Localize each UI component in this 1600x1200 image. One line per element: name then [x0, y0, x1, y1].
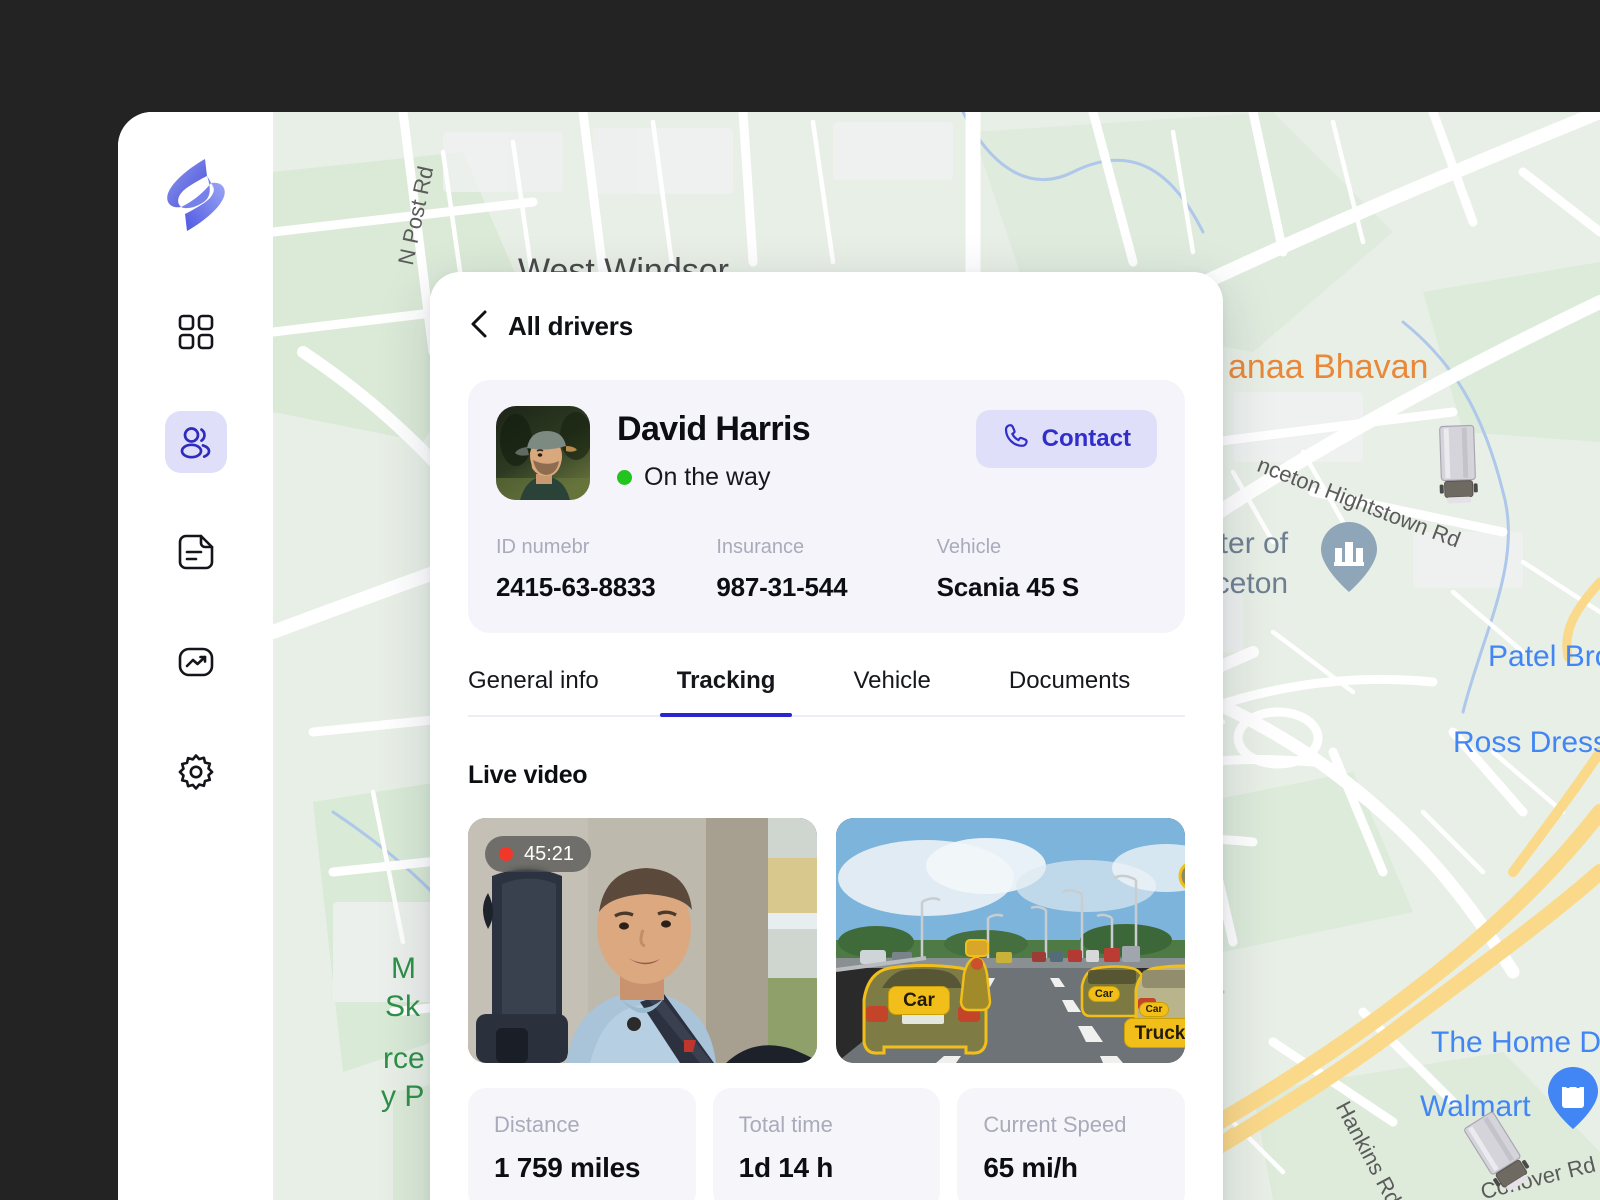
driver-status: On the way	[617, 463, 976, 492]
meta-label: ID numebr	[496, 536, 590, 558]
recording-badge: 45:21	[485, 836, 592, 872]
detection-label-truck: Truck	[1124, 1018, 1185, 1048]
sidebar-item-drivers[interactable]	[164, 411, 227, 473]
driver-name: David Harris	[617, 410, 811, 448]
status-label: On the way	[644, 463, 771, 491]
live-video-row: 45:21 Car Car Car Truck	[468, 818, 1185, 1063]
status-dot	[617, 470, 632, 485]
meta-label: Vehicle	[936, 536, 1002, 558]
contact-button[interactable]: Contact	[975, 410, 1157, 468]
driver-detail-panel: All drivers David Harris On the way Cont…	[430, 272, 1223, 1200]
meta-id-number: ID numebr 2415-63-8833	[496, 536, 716, 603]
app-window: .rd { stroke:#ffffff; fill:none; stroke-…	[118, 112, 1600, 1200]
sidebar-item-documents[interactable]	[165, 521, 227, 583]
tab-documents[interactable]: Documents	[1009, 667, 1130, 715]
tab-general-info[interactable]: General info	[468, 667, 599, 715]
tab-vehicle[interactable]: Vehicle	[853, 667, 930, 715]
stat-current-speed: Current Speed 65 mi/h	[957, 1088, 1186, 1200]
meta-value: 987-31-544	[716, 572, 848, 602]
contact-label: Contact	[1041, 425, 1131, 452]
meta-insurance: Insurance 987-31-544	[716, 536, 936, 603]
stat-value: 1 759 miles	[494, 1152, 641, 1183]
meta-value: Scania 45 S	[936, 572, 1080, 602]
phone-icon	[1002, 422, 1029, 456]
detection-label-car: Car	[888, 986, 950, 1015]
meta-value: 2415-63-8833	[496, 572, 656, 602]
civic-pin[interactable]	[1321, 522, 1377, 592]
recording-time: 45:21	[524, 842, 575, 865]
detection-label-car: Car	[1088, 986, 1120, 1002]
detection-label-car: Car	[1139, 1002, 1169, 1017]
stat-label: Total time	[738, 1112, 833, 1137]
avatar	[496, 406, 590, 500]
gear-icon	[177, 753, 215, 791]
grid-icon	[177, 313, 215, 351]
stat-total-time: Total time 1d 14 h	[712, 1088, 941, 1200]
stat-label: Distance	[494, 1112, 580, 1137]
meta-label: Insurance	[716, 536, 805, 558]
sidebar-item-analytics[interactable]	[165, 631, 227, 693]
stat-label: Current Speed	[983, 1112, 1127, 1137]
tab-tracking[interactable]: Tracking	[659, 667, 793, 717]
sidebar-item-dashboard[interactable]	[165, 301, 227, 363]
walmart-pin[interactable]	[1548, 1067, 1598, 1129]
meta-vehicle: Vehicle Scania 45 S	[937, 536, 1157, 603]
back-to-all-drivers[interactable]: All drivers	[468, 272, 1185, 380]
analytics-icon	[177, 643, 215, 681]
truck-marker-north[interactable]	[1434, 423, 1481, 511]
stat-value: 65 mi/h	[983, 1152, 1078, 1183]
recording-dot	[499, 847, 513, 861]
chevron-left-icon	[468, 309, 490, 344]
brand-logo[interactable]	[161, 157, 231, 233]
back-label: All drivers	[508, 310, 633, 341]
stat-value: 1d 14 h	[738, 1152, 834, 1183]
driver-summary-card: David Harris On the way Contact ID numeb…	[468, 380, 1185, 633]
detail-tabs: General info Tracking Vehicle Documents	[468, 667, 1185, 717]
road-camera-feed[interactable]: Car Car Car Truck	[836, 818, 1185, 1063]
trip-stats-row: Distance 1 759 miles Total time 1d 14 h …	[468, 1088, 1186, 1200]
live-video-heading: Live video	[468, 761, 588, 789]
users-icon	[177, 423, 215, 461]
document-icon	[177, 533, 215, 571]
stat-distance: Distance 1 759 miles	[468, 1088, 696, 1200]
sidebar	[118, 112, 273, 1200]
cabin-camera-feed[interactable]: 45:21	[468, 818, 817, 1063]
driver-meta-row: ID numebr 2415-63-8833 Insurance 987-31-…	[496, 536, 1157, 603]
sidebar-item-settings[interactable]	[165, 741, 227, 803]
